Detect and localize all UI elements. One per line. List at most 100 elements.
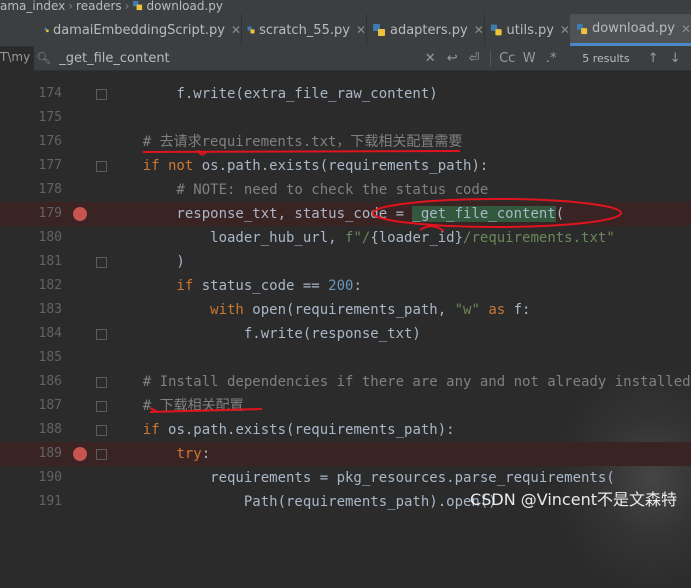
code-line[interactable]: 176 # 去请求requirements.txt，下载相关配置需要 <box>0 130 691 154</box>
code-text: if os.path.exists(requirements_path): <box>109 422 455 438</box>
breakpoint-icon[interactable] <box>73 447 87 461</box>
match-case-toggle[interactable]: Cc <box>496 51 518 66</box>
line-number[interactable]: 179 <box>0 202 62 226</box>
fold-marker-icon[interactable] <box>96 449 107 460</box>
tab-label: utils.py <box>506 22 554 38</box>
code-line[interactable]: 181 ) <box>0 250 691 274</box>
breakpoint-icon[interactable] <box>73 207 87 221</box>
line-number[interactable]: 180 <box>0 226 62 250</box>
editor-tab-bar: damaiEmbeddingScript.py ✕ scratch_55.py … <box>0 14 691 47</box>
code-line[interactable]: 182 if status_code == 200: <box>0 274 691 298</box>
regex-toggle[interactable]: .* <box>540 51 562 66</box>
close-icon[interactable]: ✕ <box>681 22 691 36</box>
new-line-icon[interactable]: ⏎ <box>463 51 485 66</box>
code-line[interactable]: 178 # NOTE: need to check the status cod… <box>0 178 691 202</box>
close-icon[interactable]: ✕ <box>560 23 570 37</box>
python-scratch-icon <box>247 26 255 34</box>
code-text: f.write(response_txt) <box>109 326 421 342</box>
clear-icon[interactable]: ✕ <box>419 51 441 66</box>
code-line[interactable]: 187 # 下载相关配置 <box>0 394 691 418</box>
code-text: f.write(extra_file_raw_content) <box>109 86 438 102</box>
code-line[interactable]: 179 response_txt, status_code = _get_fil… <box>0 202 691 226</box>
code-editor[interactable]: 174 f.write(extra_file_raw_content) 175 17… <box>0 70 691 588</box>
python-file-icon <box>44 27 49 33</box>
find-bar: 🔍︎ ✕ ↩ ⏎ Cc W .* 5 results ↑ ↓ <box>34 46 691 71</box>
code-line[interactable]: 177 if not os.path.exists(requirements_p… <box>0 154 691 178</box>
code-text: Path(requirements_path).open() <box>109 494 497 510</box>
code-line[interactable]: 174 f.write(extra_file_raw_content) <box>0 82 691 106</box>
line-number[interactable]: 186 <box>0 370 62 394</box>
code-line[interactable]: 186 # Install dependencies if there are … <box>0 370 691 394</box>
tab-label: damaiEmbeddingScript.py <box>52 22 225 38</box>
tab-scratch_55[interactable]: scratch_55.py ✕ <box>241 14 367 46</box>
code-line[interactable]: 183 with open(requirements_path, "w" as … <box>0 298 691 322</box>
whole-words-toggle[interactable]: W <box>518 51 540 66</box>
chevron-right-icon: › <box>68 0 74 13</box>
fold-marker-icon[interactable] <box>96 377 107 388</box>
code-text: # 去请求requirements.txt，下载相关配置需要 <box>109 134 463 150</box>
tab-label: adapters.py <box>390 22 468 38</box>
fold-marker-icon[interactable] <box>96 401 107 412</box>
breadcrumb-item-root[interactable]: ama_index <box>0 0 65 13</box>
code-text: ) <box>109 254 185 270</box>
line-number[interactable]: 183 <box>0 298 62 322</box>
line-number[interactable]: 177 <box>0 154 62 178</box>
tab-label: download.py <box>591 21 675 36</box>
line-number[interactable]: 181 <box>0 250 62 274</box>
code-text: # Install dependencies if there are any … <box>109 374 691 390</box>
code-text: with open(requirements_path, "w" as f: <box>109 302 531 318</box>
close-icon[interactable]: ✕ <box>356 23 366 37</box>
project-panel-edge: T\my <box>0 50 31 64</box>
python-file-icon <box>132 0 146 13</box>
code-line[interactable]: 184 f.write(response_txt) <box>0 322 691 346</box>
code-line[interactable]: 175 <box>0 106 691 130</box>
divider <box>490 50 492 66</box>
tab-label: scratch_55.py <box>259 22 350 38</box>
code-text: # 下载相关配置 <box>109 398 244 414</box>
arrow-up-icon[interactable]: ↑ <box>642 51 664 66</box>
code-text: try: <box>109 446 211 462</box>
code-line[interactable]: 189 try: <box>0 442 691 466</box>
line-number[interactable]: 175 <box>0 106 62 130</box>
chevron-right-icon: › <box>124 0 130 13</box>
code-text: if not os.path.exists(requirements_path)… <box>109 158 489 174</box>
tab-utils[interactable]: utils.py ✕ <box>484 14 571 46</box>
close-icon[interactable]: ✕ <box>231 23 241 37</box>
line-number[interactable]: 190 <box>0 466 62 490</box>
python-file-icon <box>373 24 385 36</box>
line-number[interactable]: 182 <box>0 274 62 298</box>
code-line[interactable]: 185 <box>0 346 691 370</box>
python-file-icon <box>490 24 502 36</box>
fold-marker-icon[interactable] <box>96 425 107 436</box>
fold-marker-icon[interactable] <box>96 329 107 340</box>
code-line[interactable]: 180 loader_hub_url, f"/{loader_id}/requi… <box>0 226 691 250</box>
code-text: # NOTE: need to check the status code <box>109 182 489 198</box>
line-number[interactable]: 189 <box>0 442 62 466</box>
line-number[interactable]: 174 <box>0 82 62 106</box>
python-file-icon <box>576 23 588 34</box>
watermark: CSDN @Vincent不是文森特 <box>470 490 677 509</box>
fold-marker-icon[interactable] <box>96 89 107 100</box>
code-text: response_txt, status_code = _get_file_co… <box>109 206 565 222</box>
close-icon[interactable]: ✕ <box>474 23 484 37</box>
line-number[interactable]: 185 <box>0 346 62 370</box>
tab-download[interactable]: download.py ✕ <box>570 14 691 46</box>
search-icon[interactable]: 🔍︎ <box>36 51 51 65</box>
breadcrumb-item-folder[interactable]: readers <box>76 0 122 13</box>
tab-damaiEmbeddingScript[interactable]: damaiEmbeddingScript.py ✕ <box>38 14 242 46</box>
line-number[interactable]: 176 <box>0 130 62 154</box>
fold-marker-icon[interactable] <box>96 257 107 268</box>
tab-adapters[interactable]: adapters.py ✕ <box>366 14 485 46</box>
line-number[interactable]: 184 <box>0 322 62 346</box>
breadcrumb-item-file[interactable]: download.py <box>146 0 223 13</box>
line-number[interactable]: 187 <box>0 394 62 418</box>
fold-marker-icon[interactable] <box>96 161 107 172</box>
arrow-down-icon[interactable]: ↓ <box>664 51 686 66</box>
line-number[interactable]: 191 <box>0 490 62 514</box>
line-number[interactable]: 188 <box>0 418 62 442</box>
code-text: if status_code == 200: <box>109 278 362 294</box>
history-icon[interactable]: ↩ <box>441 51 463 66</box>
line-number[interactable]: 178 <box>0 178 62 202</box>
code-line[interactable]: 188 if os.path.exists(requirements_path)… <box>0 418 691 442</box>
search-input[interactable] <box>59 50 420 66</box>
